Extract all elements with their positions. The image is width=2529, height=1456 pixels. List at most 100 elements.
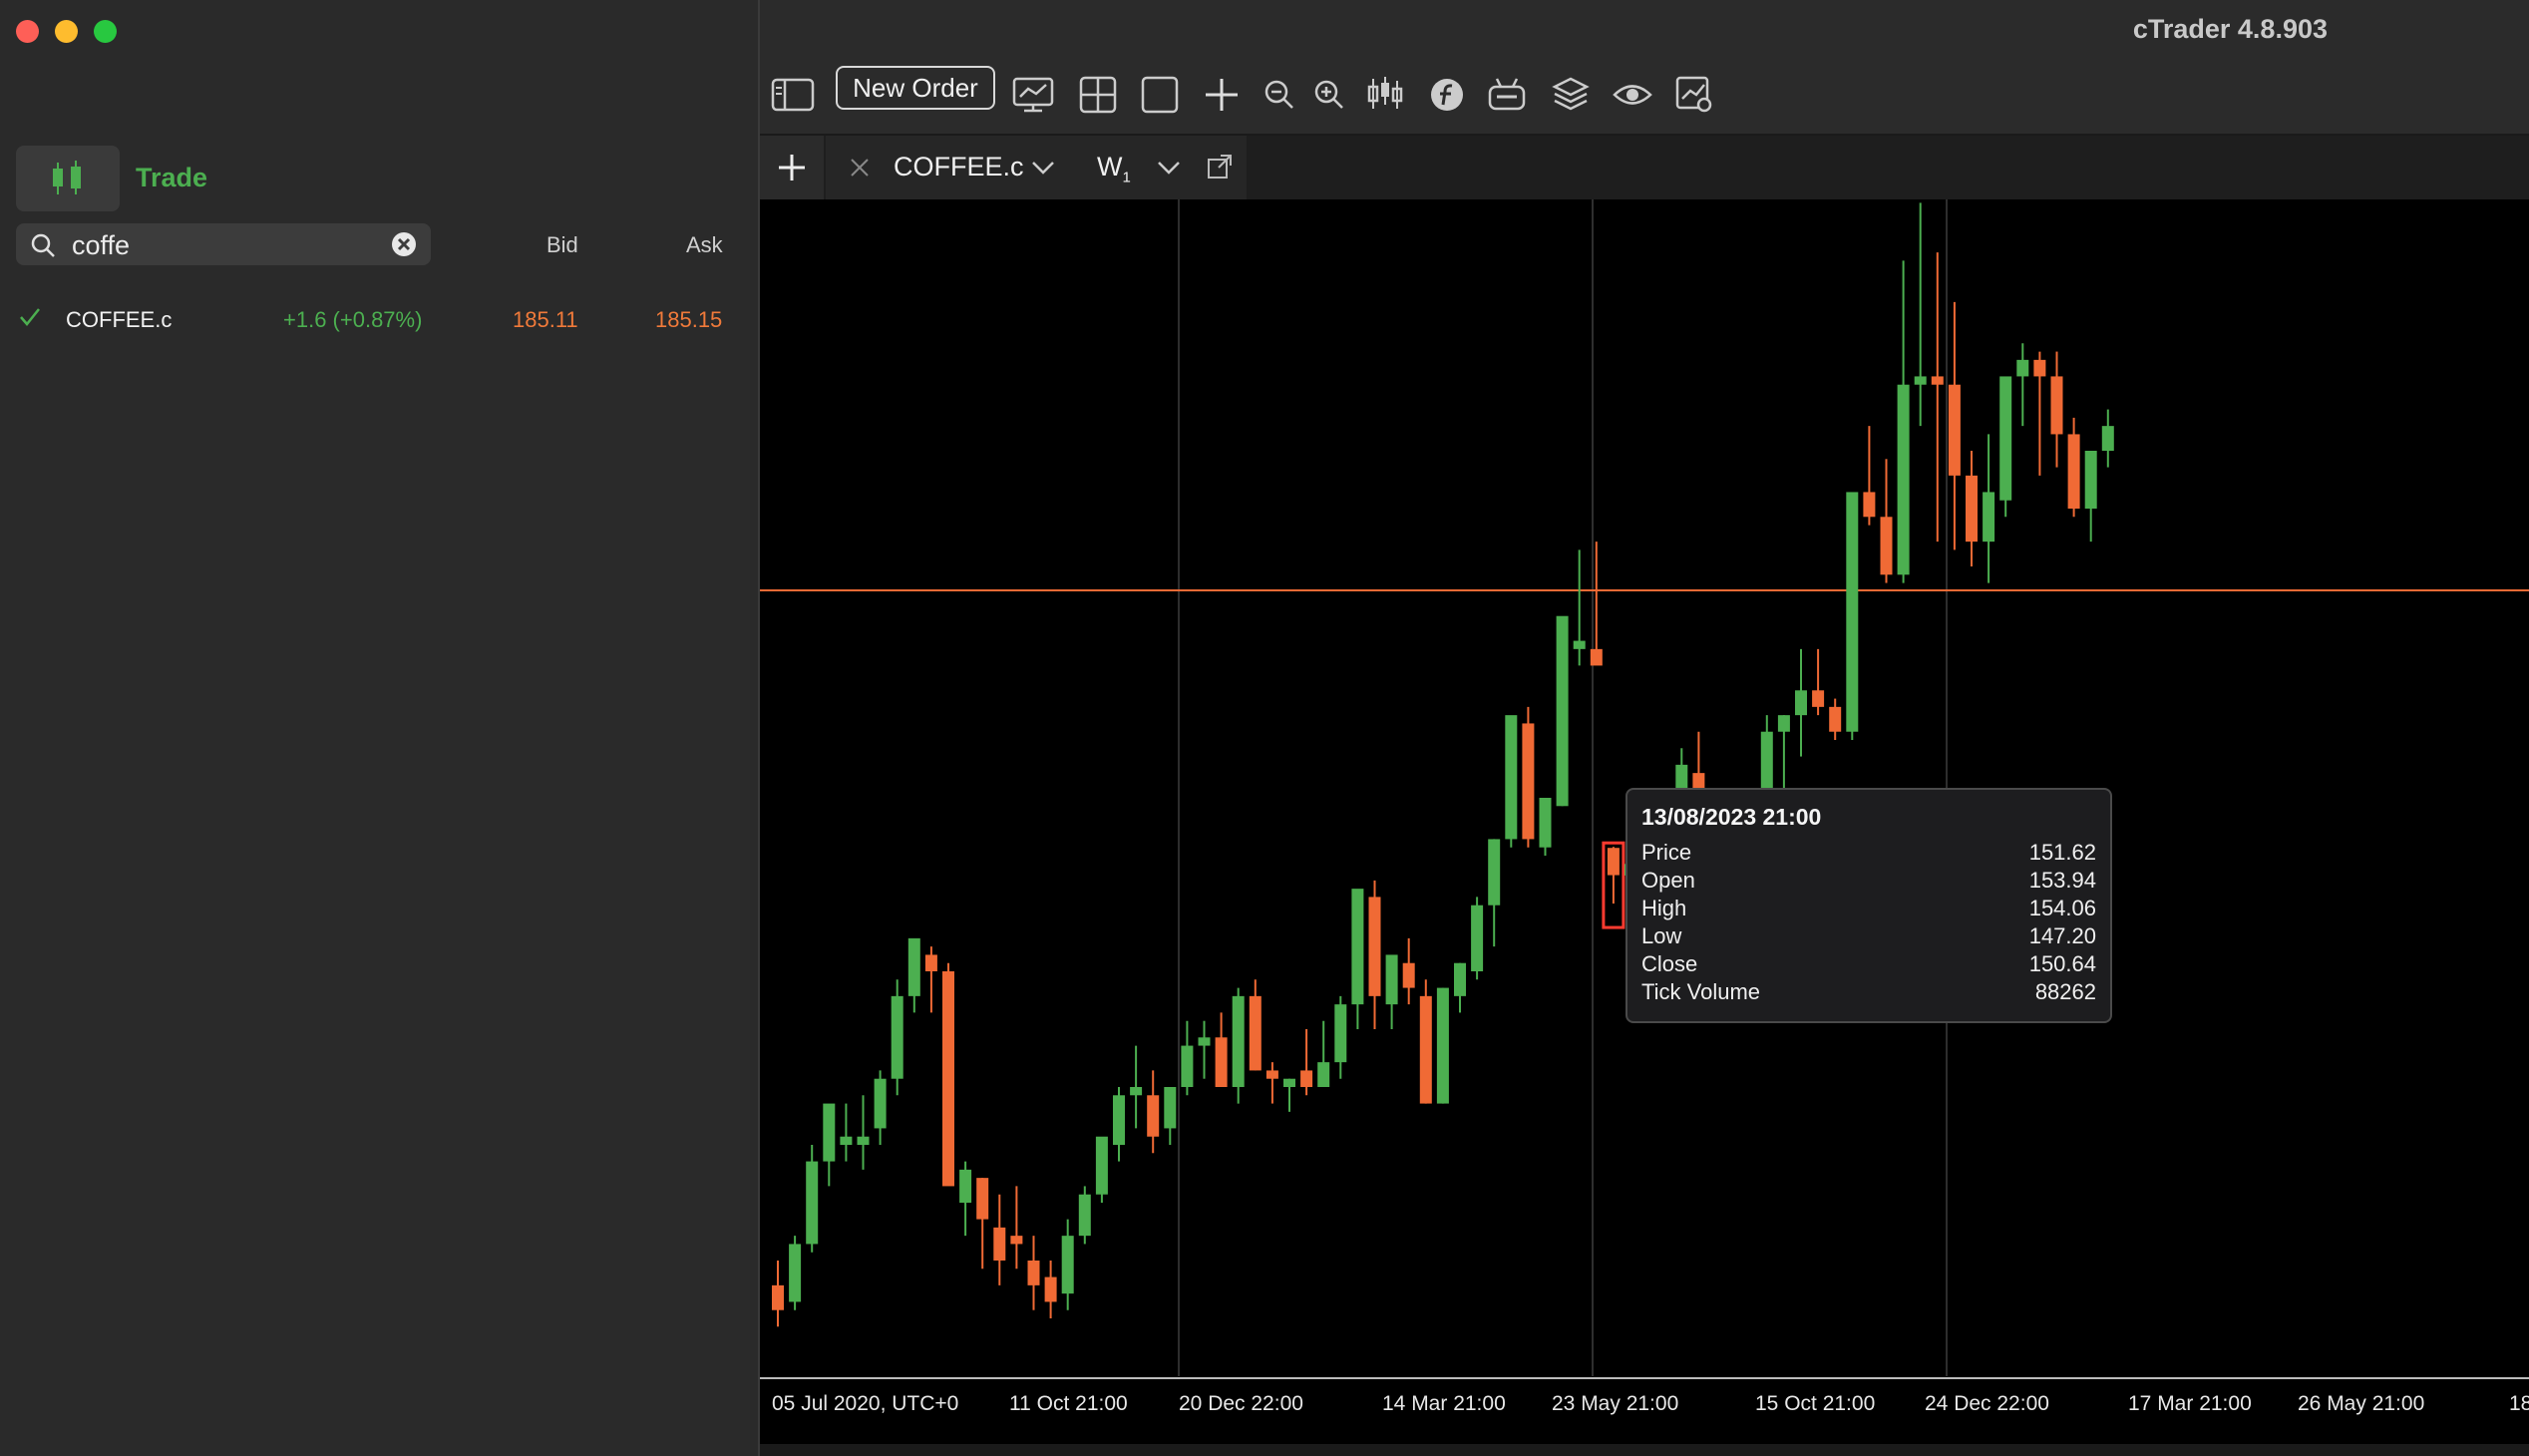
x-axis-tick-label: 11 Oct 21:00 — [1009, 1392, 1128, 1415]
chart-monitor-icon[interactable] — [1011, 72, 1057, 118]
candle-body — [1010, 1236, 1023, 1245]
tooltip-row-close: Close 150.64 — [1641, 951, 2096, 976]
add-tab-button[interactable] — [760, 136, 824, 199]
candle-body — [1385, 954, 1398, 1005]
candle-body — [1983, 492, 1995, 543]
zoom-out-icon[interactable] — [1257, 72, 1302, 118]
watchlist-sidebar: Trade Bid Ask COFFEE.c +1.6 (+0.87%) 185… — [0, 0, 760, 1456]
candle-body — [1436, 987, 1449, 1104]
bid-column-header[interactable]: Bid — [546, 232, 578, 258]
candle-body — [1232, 995, 1245, 1087]
ask-column-header[interactable]: Ask — [686, 232, 723, 258]
candle-body — [2033, 359, 2046, 377]
search-input[interactable] — [70, 227, 393, 263]
detach-chart-icon[interactable] — [1207, 154, 1233, 180]
candle-body — [924, 954, 937, 971]
candle-body — [1147, 1095, 1160, 1137]
candle-body — [1181, 1045, 1194, 1087]
candle-body — [1556, 615, 1569, 807]
x-axis-tick-label: 26 May 21:00 — [2298, 1392, 2424, 1415]
watchlist-row[interactable]: COFFEE.c +1.6 (+0.87%) 185.11 185.15 — [0, 299, 756, 339]
symbol-change: +1.6 (+0.87%) — [283, 307, 423, 332]
symbol-ask[interactable]: 185.15 — [655, 307, 722, 333]
close-window-button[interactable] — [16, 20, 39, 43]
symbol-bid[interactable]: 185.11 — [513, 307, 578, 333]
candle-body — [1897, 384, 1910, 575]
candle-tooltip: 13/08/2023 21:00 Price 151.62 Open 153.94 … — [1626, 788, 2112, 1023]
chart-settings-icon[interactable] — [1671, 72, 1717, 118]
candle-body — [1078, 1194, 1091, 1237]
fibonacci-icon[interactable] — [1424, 72, 1470, 118]
x-axis-tick-label: 23 May 21:00 — [1552, 1392, 1678, 1415]
clear-search-icon[interactable] — [391, 231, 417, 257]
candle-body — [1966, 475, 1978, 543]
chevron-down-icon[interactable] — [1031, 160, 1055, 176]
candle-body — [1829, 706, 1842, 732]
candle-body — [1198, 1037, 1211, 1046]
sidebar-toggle-icon[interactable] — [770, 72, 816, 118]
candle-body — [1130, 1087, 1143, 1096]
candle-body — [1095, 1136, 1108, 1195]
chart-tab[interactable]: COFFEE.c W1 — [826, 136, 1247, 199]
chart-type-icon[interactable] — [1362, 72, 1408, 118]
candle-body — [1351, 889, 1364, 1005]
candle-body — [1522, 723, 1535, 840]
candle-body — [1164, 1087, 1177, 1129]
x-axis-tick-label: 17 Mar 21:00 — [2128, 1392, 2252, 1415]
candle-body — [1590, 648, 1603, 666]
layers-icon[interactable] — [1548, 72, 1594, 118]
candle-body — [806, 1161, 819, 1245]
tooltip-row-price: Price 151.62 — [1641, 840, 2096, 865]
tab-timeframe[interactable]: W1 — [1097, 152, 1131, 185]
candle-body — [1402, 962, 1415, 988]
candle-body — [959, 1169, 972, 1203]
candle-body — [2084, 451, 2097, 509]
candle-body — [857, 1136, 870, 1145]
eye-icon[interactable] — [1610, 72, 1655, 118]
candle-body — [1607, 848, 1620, 876]
search-icon — [31, 233, 55, 257]
close-tab-icon[interactable] — [850, 158, 870, 178]
chevron-down-icon[interactable] — [1157, 160, 1181, 176]
candle-body — [823, 1103, 836, 1162]
tooltip-row-open: Open 153.94 — [1641, 868, 2096, 893]
bot-icon[interactable] — [1484, 72, 1530, 118]
candle-body — [1027, 1261, 1040, 1285]
symbol-search[interactable] — [16, 223, 431, 265]
zoom-window-button[interactable] — [94, 20, 117, 43]
candle-body — [789, 1244, 802, 1302]
candle-body — [1113, 1095, 1125, 1145]
new-order-button[interactable]: New Order — [836, 66, 995, 110]
symbol-name: COFFEE.c — [66, 307, 173, 332]
price-chart[interactable]: 05 Jul 2020, UTC+0 11 Oct 21:00 20 Dec 22:… — [760, 199, 2529, 1456]
candle-body — [1760, 731, 1773, 790]
plus-icon — [779, 155, 805, 181]
trade-section-label: Trade — [136, 163, 208, 192]
candle-body — [874, 1078, 887, 1129]
tooltip-row-high: High 154.06 — [1641, 896, 2096, 920]
single-layout-icon[interactable] — [1137, 72, 1183, 118]
candle-body — [1948, 384, 1961, 476]
candle-body — [2016, 359, 2029, 377]
crosshair-icon[interactable] — [1199, 72, 1245, 118]
app-title: cTrader 4.8.903 — [2132, 14, 2328, 44]
candle-body — [1914, 376, 1927, 385]
trade-section-button[interactable] — [16, 146, 120, 211]
candlestick-icon — [53, 161, 81, 194]
tab-symbol[interactable]: COFFEE.c — [894, 152, 1024, 182]
candle-body — [1488, 839, 1501, 906]
zoom-in-icon[interactable] — [1306, 72, 1352, 118]
candle-body — [772, 1284, 784, 1310]
x-axis-tick-label: 18 — [2509, 1392, 2529, 1415]
minimize-window-button[interactable] — [55, 20, 78, 43]
grid-layout-icon[interactable] — [1075, 72, 1121, 118]
candle-body — [1368, 897, 1381, 996]
candle-body — [1812, 690, 1825, 707]
candle-body — [1317, 1062, 1330, 1087]
candle-body — [1061, 1236, 1074, 1294]
candle-body — [1539, 798, 1552, 848]
x-axis-tick-label: 20 Dec 22:00 — [1179, 1392, 1303, 1415]
candle-body — [1931, 376, 1944, 385]
horizontal-scrollbar — [760, 1444, 2529, 1456]
candle-body — [1863, 492, 1876, 518]
